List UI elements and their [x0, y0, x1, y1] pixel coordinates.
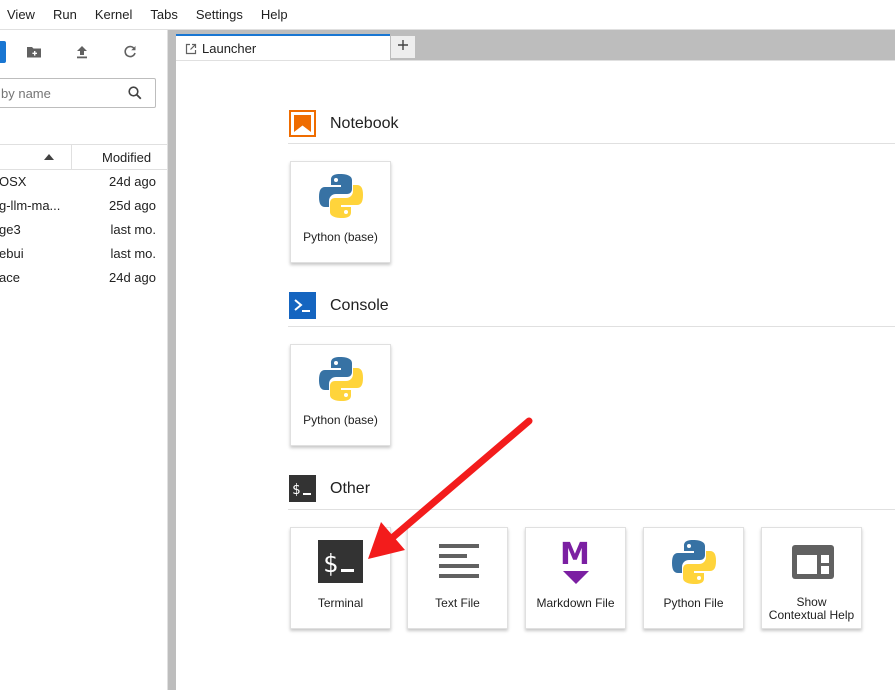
- section-title: Console: [330, 297, 389, 314]
- terminal-section-icon: $: [289, 475, 316, 502]
- contextual-help-card[interactable]: Show Contextual Help: [761, 527, 862, 629]
- menu-help[interactable]: Help: [252, 0, 297, 30]
- card-label: Markdown File: [536, 596, 615, 610]
- section-title: Notebook: [330, 115, 399, 132]
- column-divider[interactable]: [71, 145, 72, 169]
- terminal-icon: $: [318, 540, 363, 583]
- python-logo-icon: [670, 536, 718, 588]
- svg-text:M: M: [560, 538, 590, 572]
- svg-text:$: $: [292, 482, 300, 498]
- svg-text:$: $: [323, 549, 338, 578]
- file-name: g-llm-ma...: [0, 198, 61, 213]
- python-logo-icon: [317, 170, 365, 222]
- filter-input[interactable]: [1, 85, 121, 101]
- menu-settings[interactable]: Settings: [187, 0, 252, 30]
- file-modified: last mo.: [110, 246, 156, 261]
- upload-icon[interactable]: [72, 42, 92, 62]
- contextual-help-icon: [791, 544, 835, 580]
- search-icon[interactable]: [127, 85, 143, 101]
- tab-launcher[interactable]: Launcher: [176, 34, 390, 60]
- console-python-card[interactable]: Python (base): [290, 344, 391, 446]
- new-folder-icon[interactable]: [24, 42, 44, 62]
- section-divider: [288, 509, 895, 510]
- card-label: Text File: [435, 596, 480, 610]
- card-label: Python File: [663, 596, 724, 610]
- column-modified[interactable]: Modified: [102, 150, 151, 165]
- python-file-card[interactable]: Python File: [643, 527, 744, 629]
- launcher-panel: Notebook Python (base) Console Python (b…: [176, 60, 895, 690]
- section-notebook: Notebook: [289, 110, 895, 140]
- file-modified: 25d ago: [109, 198, 156, 213]
- file-row[interactable]: ge3 last mo.: [0, 218, 168, 242]
- markdown-file-card[interactable]: M Markdown File: [525, 527, 626, 629]
- menu-run[interactable]: Run: [44, 0, 86, 30]
- file-modified: 24d ago: [109, 174, 156, 189]
- console-icon: [289, 292, 316, 319]
- file-row[interactable]: ace 24d ago: [0, 266, 168, 290]
- card-label: Contextual Help: [768, 608, 855, 622]
- notebook-python-card[interactable]: Python (base): [290, 161, 391, 263]
- menu-view[interactable]: View: [0, 0, 44, 30]
- file-list-header: Modified: [0, 144, 168, 170]
- new-launcher-button[interactable]: [0, 41, 6, 63]
- section-title: Other: [330, 480, 371, 497]
- refresh-icon[interactable]: [120, 42, 140, 62]
- python-logo-icon: [317, 353, 365, 405]
- tab-bar: Launcher: [176, 30, 895, 60]
- file-browser-toolbar: [0, 30, 168, 72]
- panel-splitter[interactable]: [168, 30, 176, 690]
- card-label: Python (base): [303, 413, 378, 427]
- notebook-icon: [289, 110, 316, 137]
- section-other: $ Other: [289, 475, 895, 505]
- file-row[interactable]: ebui last mo.: [0, 242, 168, 266]
- text-file-icon: [438, 542, 480, 584]
- section-divider: [288, 326, 895, 327]
- sort-ascending-icon[interactable]: [44, 154, 54, 160]
- plus-icon: [397, 38, 409, 56]
- tab-label: Launcher: [202, 40, 257, 56]
- section-console: Console: [289, 292, 895, 322]
- file-modified: 24d ago: [109, 270, 156, 285]
- menu-bar: View Run Kernel Tabs Settings Help: [0, 0, 895, 30]
- file-row[interactable]: g-llm-ma... 25d ago: [0, 194, 168, 218]
- menu-kernel[interactable]: Kernel: [86, 0, 142, 30]
- terminal-card[interactable]: $ Terminal: [290, 527, 391, 629]
- card-label: Python (base): [303, 230, 378, 244]
- launch-icon: [185, 42, 197, 55]
- file-name: OSX: [0, 174, 27, 189]
- file-modified: last mo.: [110, 222, 156, 237]
- file-name: ebui: [0, 246, 24, 261]
- file-row[interactable]: OSX 24d ago: [0, 170, 168, 194]
- section-divider: [288, 143, 895, 144]
- file-name: ace: [0, 270, 20, 285]
- add-tab-button[interactable]: [390, 35, 416, 59]
- markdown-icon: M: [560, 538, 592, 586]
- file-browser: Modified OSX 24d ago g-llm-ma... 25d ago…: [0, 30, 168, 690]
- file-name: ge3: [0, 222, 21, 237]
- filter-box: [0, 78, 156, 108]
- card-label: Terminal: [317, 596, 364, 610]
- menu-tabs[interactable]: Tabs: [141, 0, 186, 30]
- text-file-card[interactable]: Text File: [407, 527, 508, 629]
